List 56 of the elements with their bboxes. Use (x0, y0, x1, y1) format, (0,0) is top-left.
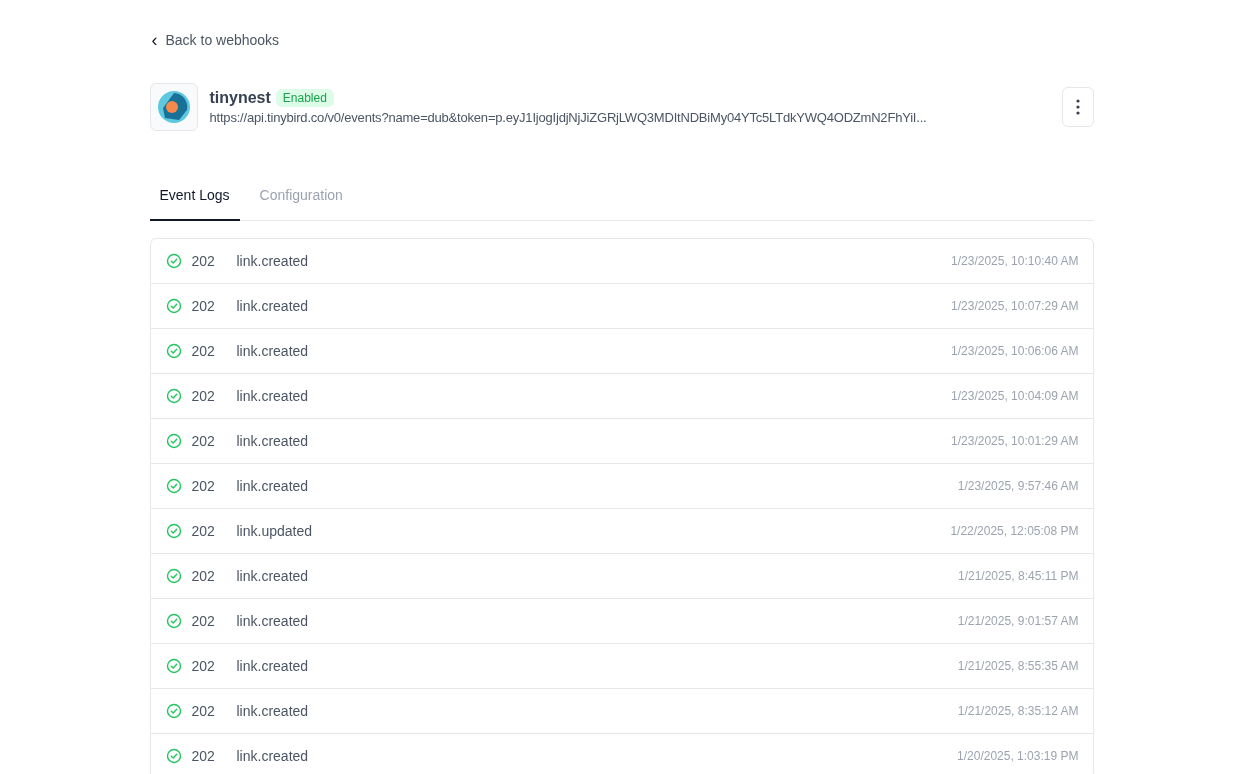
event-timestamp: 1/23/2025, 10:01:29 AM (951, 434, 1079, 448)
event-row[interactable]: 202 link.created 1/21/2025, 8:35:12 AM (150, 688, 1093, 733)
event-row[interactable]: 202 link.created 1/21/2025, 8:55:35 AM (150, 643, 1093, 688)
status-code: 202 (191, 298, 216, 314)
status-code: 202 (191, 433, 216, 449)
status-code: 202 (191, 343, 216, 359)
event-row[interactable]: 202 link.created 1/23/2025, 10:04:09 AM (150, 373, 1093, 418)
event-name: link.created (236, 343, 310, 359)
event-row[interactable]: 202 link.created 1/21/2025, 9:01:57 AM (150, 598, 1093, 643)
webhook-url: https://api.tinybird.co/v0/events?name=dub&token=p.eyJ1IjogIjdjNjJiZGRjLWQ3MDItNDBiMy04YTc5LTdkYWQ4ODZmN2FhYiI... (209, 110, 928, 125)
event-timestamp: 1/21/2025, 8:45:11 PM (957, 569, 1079, 583)
event-row[interactable]: 202 link.created 1/23/2025, 10:01:29 AM (150, 418, 1093, 463)
event-name: link.created (236, 298, 310, 314)
event-row[interactable]: 202 link.created 1/20/2025, 1:03:19 PM (150, 733, 1093, 774)
status-code: 202 (191, 658, 216, 674)
event-timestamp: 1/23/2025, 10:04:09 AM (951, 389, 1079, 403)
event-timestamp: 1/23/2025, 9:57:46 AM (957, 479, 1079, 493)
status-code: 202 (191, 703, 216, 719)
status-code: 202 (191, 748, 216, 764)
event-row[interactable]: 202 link.created 1/23/2025, 9:57:46 AM (150, 463, 1093, 508)
event-timestamp: 1/21/2025, 8:35:12 AM (957, 704, 1079, 718)
event-name: link.created (236, 568, 310, 584)
status-code: 202 (191, 523, 216, 539)
event-timestamp: 1/21/2025, 8:55:35 AM (957, 659, 1079, 673)
more-options-button[interactable] (1061, 87, 1094, 127)
status-code: 202 (191, 613, 216, 629)
event-name: link.created (236, 253, 310, 269)
event-name: link.created (236, 658, 310, 674)
webhook-name: tinynest (209, 89, 271, 107)
status-code: 202 (191, 253, 216, 269)
event-timestamp: 1/20/2025, 1:03:19 PM (957, 749, 1079, 763)
event-row[interactable]: 202 link.updated 1/22/2025, 12:05:08 PM (150, 508, 1093, 553)
event-timestamp: 1/21/2025, 9:01:57 AM (957, 614, 1079, 628)
event-name: link.created (236, 388, 310, 404)
status-badge: Enabled (275, 89, 334, 107)
status-code: 202 (191, 388, 216, 404)
status-code: 202 (191, 568, 216, 584)
status-code: 202 (191, 478, 216, 494)
event-name: link.created (236, 748, 310, 764)
vertical-dots-icon (1075, 99, 1080, 115)
back-link[interactable]: ‹ Back to webhooks (151, 31, 280, 49)
webhook-logo (149, 83, 198, 131)
event-name: link.created (236, 433, 310, 449)
event-timestamp: 1/23/2025, 10:10:40 AM (951, 254, 1079, 268)
event-timestamp: 1/23/2025, 10:07:29 AM (951, 299, 1079, 313)
event-timestamp: 1/23/2025, 10:06:06 AM (951, 344, 1079, 358)
tab[interactable]: Event Logs (149, 175, 240, 221)
event-name: link.updated (236, 523, 313, 539)
event-row[interactable]: 202 link.created 1/23/2025, 10:06:06 AM (150, 328, 1093, 373)
event-row[interactable]: 202 link.created 1/21/2025, 8:45:11 PM (150, 553, 1093, 598)
event-row[interactable]: 202 link.created 1/23/2025, 10:10:40 AM (150, 239, 1093, 283)
event-name: link.created (236, 613, 310, 629)
event-timestamp: 1/22/2025, 12:05:08 PM (950, 524, 1079, 538)
event-row[interactable]: 202 link.created 1/23/2025, 10:07:29 AM (150, 283, 1093, 328)
event-name: link.created (236, 478, 310, 494)
event-name: link.created (236, 703, 310, 719)
